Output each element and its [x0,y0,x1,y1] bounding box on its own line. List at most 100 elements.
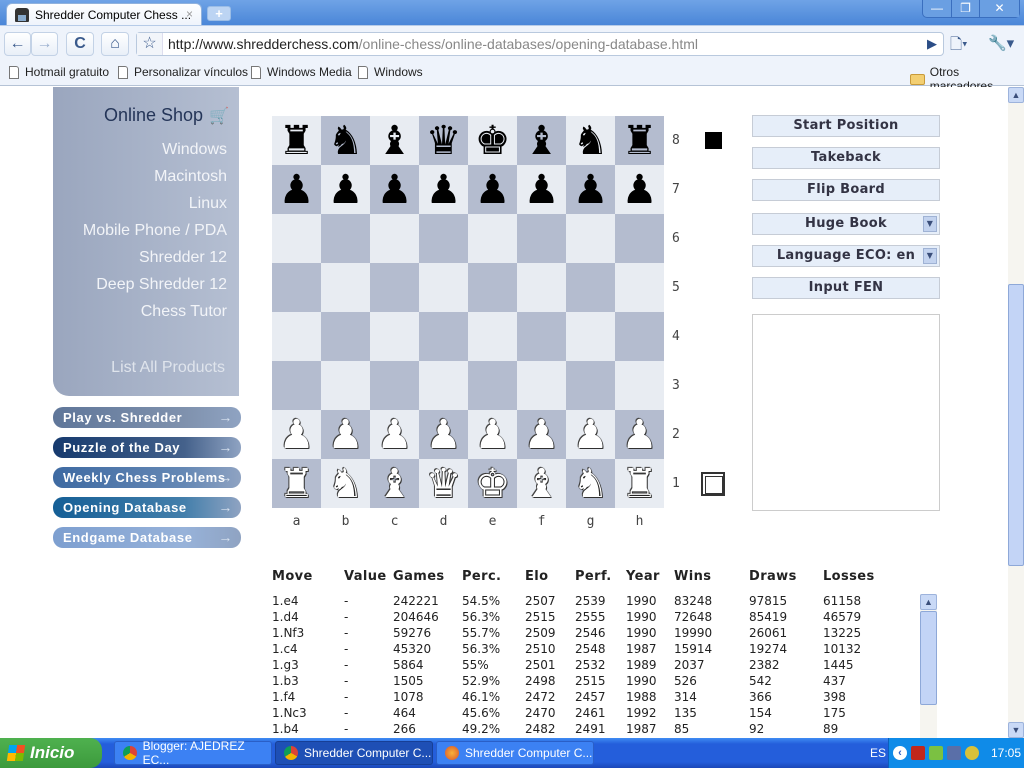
shop-link-shredder-12[interactable]: Shredder 12 [139,249,227,267]
square-d3[interactable] [419,361,468,410]
taskbar-button[interactable]: Blogger: AJEDREZ EC... [114,739,272,767]
tray-expand-icon[interactable]: ‹ [893,746,907,760]
black-knight-icon[interactable]: ♞ [328,121,364,161]
square-e8[interactable]: ♚ [468,116,517,165]
start-button[interactable]: Inicio [0,738,102,768]
square-b7[interactable]: ♟ [321,165,370,214]
column-header-year[interactable]: Year [626,569,660,584]
shop-link-macintosh[interactable]: Macintosh [154,168,227,186]
white-rook-icon[interactable]: ♜ [622,464,658,504]
square-d8[interactable]: ♛ [419,116,468,165]
cell-move[interactable]: 1.Nf3 [272,626,304,640]
column-header-elo[interactable]: Elo [525,569,548,584]
black-rook-icon[interactable]: ♜ [279,121,315,161]
column-header-games[interactable]: Games [393,569,445,584]
minimize-button[interactable]: — [923,0,951,17]
square-a4[interactable] [272,312,321,361]
square-c4[interactable] [370,312,419,361]
page-scrollbar[interactable]: ▲ ▼ [1008,87,1024,738]
black-rook-icon[interactable]: ♜ [622,121,658,161]
square-d7[interactable]: ♟ [419,165,468,214]
cell-move[interactable]: 1.b4 [272,722,299,736]
white-pawn-icon[interactable]: ♟ [622,415,658,455]
square-f2[interactable]: ♟ [517,410,566,459]
scroll-up-icon[interactable]: ▲ [920,594,937,610]
square-c7[interactable]: ♟ [370,165,419,214]
square-h7[interactable]: ♟ [615,165,664,214]
white-pawn-icon[interactable]: ♟ [279,415,315,455]
white-bishop-icon[interactable]: ♝ [377,464,413,504]
column-header-perc[interactable]: Perc. [462,569,501,584]
square-a3[interactable] [272,361,321,410]
black-knight-icon[interactable]: ♞ [573,121,609,161]
column-header-move[interactable]: Move [272,569,313,584]
square-b6[interactable] [321,214,370,263]
square-e5[interactable] [468,263,517,312]
flip-board-button[interactable]: Flip Board [752,179,940,201]
square-c6[interactable] [370,214,419,263]
cell-move[interactable]: 1.d4 [272,610,299,624]
acrobat-icon[interactable] [911,746,925,760]
square-a1[interactable]: ♜ [272,459,321,508]
black-bishop-icon[interactable]: ♝ [524,121,560,161]
white-knight-icon[interactable]: ♞ [328,464,364,504]
new-tab-button[interactable]: + [207,6,231,21]
square-b3[interactable] [321,361,370,410]
chevron-down-icon[interactable]: ▼ [923,216,937,232]
list-all-products-link[interactable]: List All Products [111,359,225,377]
square-g6[interactable] [566,214,615,263]
nav-button-opening-database[interactable]: Opening Database → [53,497,241,518]
address-bar[interactable]: ☆ http://www.shredderchess.com/online-ch… [136,32,944,56]
shop-link-mobile[interactable]: Mobile Phone / PDA [83,222,227,240]
scroll-thumb[interactable] [1008,284,1024,566]
nav-button-endgame-database[interactable]: Endgame Database → [53,527,241,548]
square-h2[interactable]: ♟ [615,410,664,459]
square-e2[interactable]: ♟ [468,410,517,459]
square-d1[interactable]: ♛ [419,459,468,508]
square-h5[interactable] [615,263,664,312]
network-icon[interactable] [947,746,961,760]
white-queen-icon[interactable]: ♛ [426,464,462,504]
square-b4[interactable] [321,312,370,361]
takeback-button[interactable]: Takeback [752,147,940,169]
black-pawn-icon[interactable]: ♟ [377,170,413,210]
square-f1[interactable]: ♝ [517,459,566,508]
cell-move[interactable]: 1.b3 [272,674,299,688]
square-c3[interactable] [370,361,419,410]
square-d6[interactable] [419,214,468,263]
nav-button-puzzle-of-the-day[interactable]: Puzzle of the Day → [53,437,241,458]
square-f4[interactable] [517,312,566,361]
cell-move[interactable]: 1.c4 [272,642,298,656]
tab-close-icon[interactable]: × [186,7,193,21]
square-g2[interactable]: ♟ [566,410,615,459]
black-pawn-icon[interactable]: ♟ [328,170,364,210]
shop-link-deep-shredder-12[interactable]: Deep Shredder 12 [96,276,227,294]
square-b2[interactable]: ♟ [321,410,370,459]
black-pawn-icon[interactable]: ♟ [622,170,658,210]
browser-tab[interactable]: Shredder Computer Chess ... × [6,3,202,26]
reload-button[interactable]: C [66,32,94,56]
square-a2[interactable]: ♟ [272,410,321,459]
white-pawn-icon[interactable]: ♟ [573,415,609,455]
square-f5[interactable] [517,263,566,312]
square-c5[interactable] [370,263,419,312]
column-header-wins[interactable]: Wins [674,569,711,584]
move-notation-box[interactable] [752,314,940,511]
black-pawn-icon[interactable]: ♟ [573,170,609,210]
antivirus-icon[interactable] [965,746,979,760]
black-bishop-icon[interactable]: ♝ [377,121,413,161]
black-pawn-icon[interactable]: ♟ [524,170,560,210]
language-eco-select[interactable]: Language ECO: en ▼ [752,245,940,267]
square-e6[interactable] [468,214,517,263]
url-text[interactable]: http://www.shredderchess.com/online-ches… [163,36,698,52]
column-header-losses[interactable]: Losses [823,569,875,584]
cell-move[interactable]: 1.e4 [272,594,298,608]
square-g5[interactable] [566,263,615,312]
messenger-icon[interactable] [929,746,943,760]
forward-button[interactable]: → [31,32,58,56]
square-a6[interactable] [272,214,321,263]
square-g3[interactable] [566,361,615,410]
square-b5[interactable] [321,263,370,312]
nav-button-play-vs-shredder[interactable]: Play vs. Shredder → [53,407,241,428]
taskbar-button[interactable]: Shredder Computer C... [275,741,433,765]
